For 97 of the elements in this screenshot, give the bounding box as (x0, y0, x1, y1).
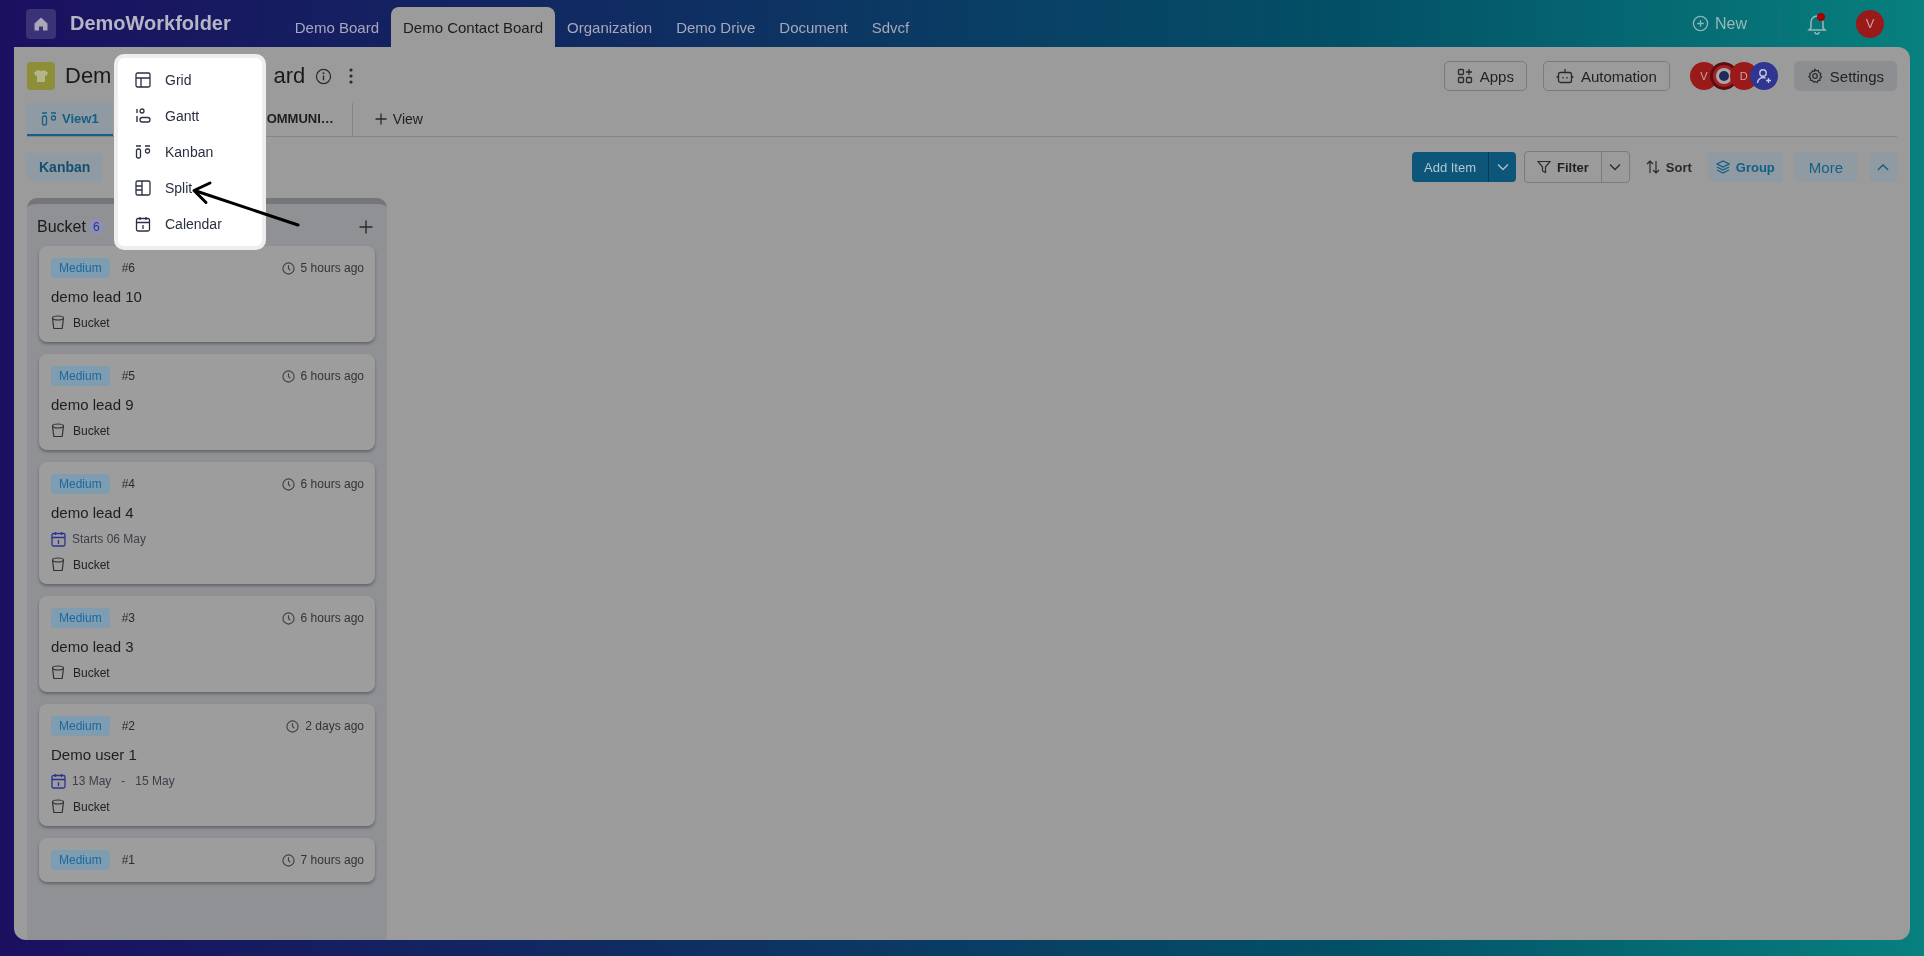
plus-icon[interactable] (359, 220, 373, 234)
timestamp: 6 hours ago (300, 477, 364, 491)
priority-tag: Medium (51, 366, 110, 386)
count-badge: 6 (88, 219, 104, 235)
priority-tag: Medium (51, 608, 110, 628)
user-avatar[interactable]: V (1856, 9, 1884, 38)
item-card[interactable]: Medium #4 6 hours ago demo lead 4 Starts 06 May Bucket (39, 462, 375, 584)
timestamp: 6 hours ago (300, 611, 364, 625)
clock-icon (281, 611, 295, 625)
settings-icon (1806, 68, 1823, 84)
item-number: #1 (121, 853, 136, 867)
nav-tab[interactable]: Organization (555, 7, 665, 47)
item-card[interactable]: Medium #3 6 hours ago demo lead 3 Bucket (39, 596, 375, 692)
calendar-icon (135, 216, 151, 232)
kanban-icon (41, 111, 57, 126)
menu-item[interactable]: Split (118, 170, 262, 206)
menu-item[interactable]: Calendar (118, 206, 262, 242)
kanban-icon (135, 144, 151, 160)
start-date: Starts 06 May (72, 532, 147, 546)
bucket-icon (51, 423, 65, 438)
bucket-icon (51, 665, 65, 680)
bucket-label: Bucket (73, 799, 110, 814)
notification-bell-icon[interactable] (1806, 11, 1828, 36)
calendar-icon (51, 773, 66, 789)
bucket-icon (51, 557, 65, 572)
item-title: demo lead 9 (51, 396, 135, 413)
item-title: demo lead 4 (51, 504, 135, 521)
automation-button[interactable]: Automation (1542, 61, 1670, 91)
timestamp: 5 hours ago (300, 261, 364, 275)
board-icon (27, 62, 55, 90)
workspace-name: DemoWorkfolder (70, 12, 231, 35)
board-title: Dem (65, 63, 112, 89)
clock-icon (286, 719, 300, 733)
layers-icon (1715, 160, 1730, 174)
nav-tab[interactable]: Demo Drive (664, 7, 768, 47)
clock-icon (281, 853, 295, 867)
calendar-icon (51, 531, 66, 547)
sort-button[interactable]: Sort (1637, 152, 1700, 182)
date-separator: - (121, 774, 126, 788)
clock-icon (281, 261, 295, 275)
bucket-label: Bucket (73, 557, 110, 572)
menu-item[interactable]: Grid (118, 62, 262, 98)
robot-icon (1555, 68, 1574, 84)
priority-tag: Medium (51, 474, 110, 494)
item-number: #2 (121, 719, 136, 733)
apps-icon (1456, 68, 1473, 84)
split-view-icon (135, 180, 151, 196)
item-number: #3 (121, 611, 136, 625)
nav-tab[interactable]: Sdvcf (859, 7, 922, 47)
caret-icon (1609, 163, 1622, 171)
item-card[interactable]: Medium #6 5 hours ago demo lead 10 Bucket (39, 246, 375, 342)
item-title: demo lead 3 (51, 638, 135, 655)
item-number: #4 (121, 477, 136, 491)
priority-tag: Medium (51, 258, 110, 278)
apps-button[interactable]: Apps (1443, 61, 1527, 91)
bucket-label: Bucket (73, 423, 110, 438)
clock-icon (281, 477, 295, 491)
grid-icon (135, 72, 151, 88)
gantt-icon (135, 108, 151, 124)
item-number: #6 (121, 261, 136, 275)
item-card[interactable]: Medium #2 2 days ago Demo user 1 13 May - 15 May Bucket (39, 704, 375, 826)
item-card[interactable]: Medium #1 7 hours ago (39, 838, 375, 882)
caret-icon (1496, 163, 1509, 171)
start-date: 13 May (72, 774, 112, 788)
timestamp: 2 days ago (305, 719, 364, 733)
settings-button[interactable]: Settings (1793, 61, 1897, 91)
nav-tab[interactable]: Demo Contact Board (391, 7, 556, 47)
clock-icon (281, 369, 295, 383)
bucket-label: Bucket (73, 665, 110, 680)
bucket-icon (51, 315, 65, 330)
filter-icon (1537, 160, 1551, 174)
info-icon[interactable] (315, 67, 333, 85)
item-title: Demo user 1 (51, 746, 138, 763)
kanban-chip[interactable]: Kanban (27, 153, 103, 181)
add-member-icon[interactable] (1749, 62, 1778, 90)
bucket-icon (51, 799, 65, 814)
chevron-up-icon (1877, 162, 1889, 172)
end-date: 15 May (135, 774, 175, 788)
nav-tab[interactable]: Document (767, 7, 860, 47)
nav-tab[interactable]: Demo Board (282, 7, 391, 47)
home-icon[interactable] (26, 8, 56, 39)
plus-circle-icon (1692, 15, 1709, 32)
item-card[interactable]: Medium #5 6 hours ago demo lead 9 Bucket (39, 354, 375, 450)
item-title: demo lead 10 (51, 288, 143, 305)
item-number: #5 (121, 369, 136, 383)
menu-item[interactable]: Kanban (118, 134, 262, 170)
more-options-icon[interactable] (348, 67, 355, 85)
board-title: ard (273, 63, 306, 89)
priority-tag: Medium (51, 716, 110, 736)
column-title: Bucket (37, 218, 86, 236)
sort-icon (1645, 160, 1660, 174)
add-view-button[interactable]: View (360, 103, 437, 136)
plus-icon (374, 112, 387, 125)
bucket-label: Bucket (73, 315, 110, 330)
timestamp: 7 hours ago (300, 853, 364, 867)
priority-tag: Medium (51, 850, 110, 870)
timestamp: 6 hours ago (300, 369, 364, 383)
